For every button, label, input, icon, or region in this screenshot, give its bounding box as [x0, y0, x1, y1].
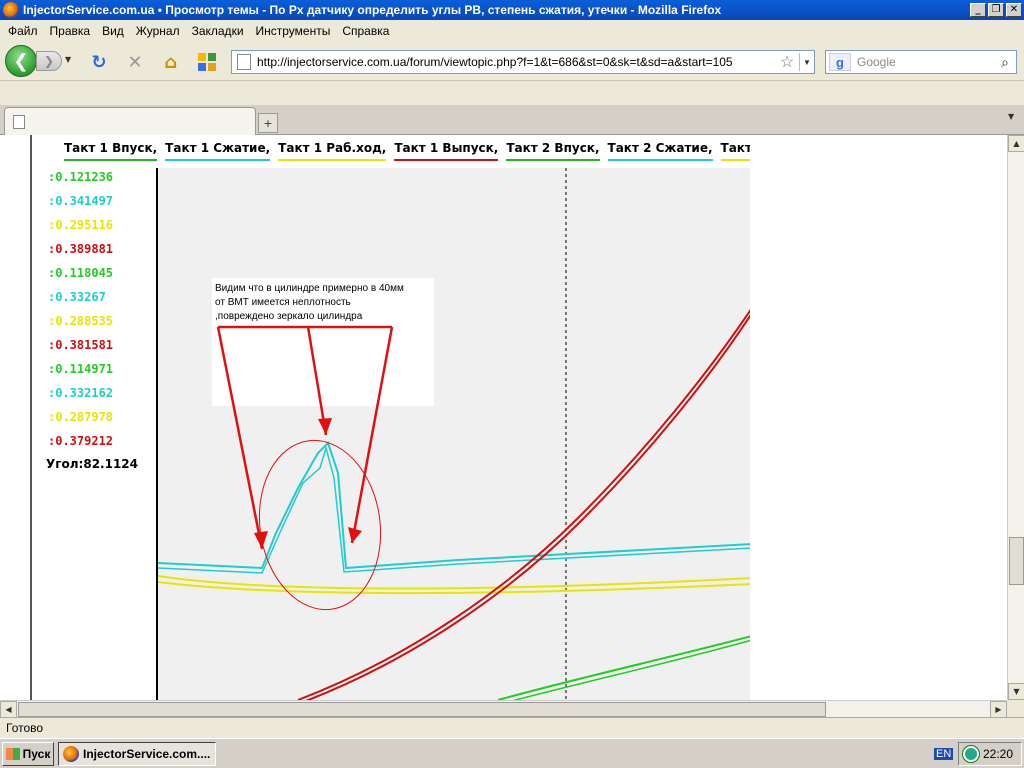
search-bar[interactable]: g Google ⌕ — [825, 50, 1017, 74]
annotation-line-2: от ВМТ имеется неплотность — [215, 297, 351, 308]
url-text[interactable]: http://injectorservice.com.ua/forum/view… — [257, 55, 775, 69]
scroll-left-button[interactable]: ◀ — [0, 701, 17, 718]
firefox-icon — [3, 2, 19, 18]
taskbar-item-label: InjectorService.com.... — [83, 747, 211, 761]
menu-tools[interactable]: Инструменты — [250, 24, 337, 38]
maximize-button[interactable]: ❐ — [988, 3, 1004, 17]
annotation-line-1: Видим что в цилиндре примерно в 40мм — [215, 283, 404, 294]
close-button[interactable]: ✕ — [1006, 3, 1022, 17]
scroll-corner — [1007, 700, 1024, 717]
status-text: Готово — [6, 721, 44, 735]
reload-icon[interactable]: ↻ — [88, 51, 110, 73]
start-label: Пуск — [22, 747, 51, 761]
tab-current[interactable] — [4, 107, 256, 135]
readout-value: :0.114971 — [48, 362, 114, 376]
window-titlebar: InjectorService.com.ua • Просмотр темы -… — [0, 0, 1024, 20]
taskbar-item-firefox[interactable]: InjectorService.com.... — [58, 742, 216, 766]
menu-file[interactable]: Файл — [2, 24, 44, 38]
language-indicator[interactable]: EN — [934, 748, 954, 760]
legend-item: Такт 2 Сжатие, — [607, 141, 713, 161]
window-title: InjectorService.com.ua • Просмотр темы -… — [23, 3, 722, 17]
forward-button[interactable]: ❯ — [36, 51, 62, 71]
scroll-down-button[interactable]: ▼ — [1008, 683, 1024, 700]
tab-strip: + — [0, 105, 1024, 135]
readout-value: :0.381581 — [48, 338, 114, 352]
horizontal-scroll-thumb[interactable] — [18, 702, 826, 717]
menu-view[interactable]: Вид — [96, 24, 130, 38]
readout-value: :0.379212 — [48, 434, 114, 448]
start-button[interactable]: Пуск — [2, 742, 54, 766]
system-tray: 22:20 — [958, 742, 1022, 766]
windows-taskbar: Пуск InjectorService.com.... EN 22:20 — [0, 738, 1024, 768]
windows-logo-icon — [5, 748, 20, 760]
back-button[interactable]: ❮ — [5, 45, 37, 77]
page-viewport: Такт 1 Впуск, Такт 1 Сжатие, Такт 1 Раб.хо… — [0, 135, 1007, 700]
bookmark-star-icon[interactable]: ☆ — [775, 52, 799, 72]
pressure-plot-svg — [158, 168, 750, 700]
menu-help[interactable]: Справка — [336, 24, 395, 38]
menu-history[interactable]: Журнал — [130, 24, 186, 38]
annotation-line-3: ,повреждено зеркало цилиндра — [215, 311, 363, 322]
tray-app-icon[interactable] — [963, 746, 979, 762]
readout-value: :0.121236 — [48, 170, 114, 184]
legend-item: Такт 1 Впуск, — [64, 141, 158, 161]
series-work-1 — [158, 575, 750, 590]
legend-item: Такт 2 Впуск, — [506, 141, 600, 161]
new-tab-button[interactable]: + — [258, 113, 278, 133]
search-input[interactable]: Google — [851, 55, 994, 69]
readout-value: :0.287978 — [48, 410, 114, 424]
legend-item: Такт 1 Выпуск, — [394, 141, 499, 161]
readout-value: :0.33267 — [48, 290, 106, 304]
annotation-note: Видим что в цилиндре примерно в 40мм от … — [212, 278, 434, 406]
tab-list-icon[interactable]: ▼ — [1008, 112, 1014, 121]
readout-value: :0.389881 — [48, 242, 114, 256]
vertical-scrollbar[interactable]: ▲ ▼ — [1007, 135, 1024, 700]
scroll-up-button[interactable]: ▲ — [1008, 135, 1024, 152]
readout-value: :0.295116 — [48, 218, 114, 232]
series-compression-1 — [158, 441, 750, 570]
bookmarks-toolbar — [0, 81, 1024, 105]
angle-readout: Угол:82.1124 — [46, 457, 139, 471]
readout-value: :0.288535 — [48, 314, 114, 328]
legend-item: Такт 2 Ра — [720, 141, 750, 161]
legend-item: Такт 1 Раб.ход, — [278, 141, 387, 161]
minimize-button[interactable]: _ — [970, 3, 986, 17]
history-dropdown-icon[interactable]: ▼ — [65, 55, 71, 64]
stop-icon[interactable]: ✕ — [124, 51, 146, 73]
scroll-right-button[interactable]: ▶ — [990, 701, 1007, 718]
chart-legend: Такт 1 Впуск, Такт 1 Сжатие, Такт 1 Раб.хо… — [64, 141, 750, 161]
vertical-scroll-thumb[interactable] — [1009, 537, 1024, 585]
address-bar[interactable]: http://injectorservice.com.ua/forum/view… — [231, 50, 815, 74]
search-engine-icon[interactable]: g — [829, 53, 851, 71]
series-intake-2 — [512, 639, 750, 700]
status-bar: Готово — [0, 717, 1024, 738]
menu-edit[interactable]: Правка — [44, 24, 97, 38]
home-icon[interactable]: ⌂ — [160, 51, 182, 73]
readout-values: :0.121236 :0.341497 :0.295116 :0.389881 :0.1… — [48, 169, 158, 457]
search-icon[interactable]: ⌕ — [994, 54, 1016, 71]
page-icon — [13, 114, 25, 129]
series-compression-2 — [158, 445, 750, 574]
firefox-icon — [63, 746, 79, 762]
menu-bar: Файл Правка Вид Журнал Закладки Инструме… — [0, 20, 1024, 41]
apps-icon[interactable] — [196, 51, 218, 73]
readout-value: :0.118045 — [48, 266, 114, 280]
legend-item: Такт 1 Сжатие, — [165, 141, 271, 161]
horizontal-scrollbar[interactable]: ◀ ▶ — [0, 700, 1007, 718]
readout-value: :0.332162 — [48, 386, 114, 400]
address-dropdown-icon[interactable]: ▼ — [800, 58, 814, 67]
readout-value: :0.341497 — [48, 194, 114, 208]
page-icon — [237, 54, 251, 70]
clock: 22:20 — [983, 747, 1014, 761]
pressure-plot — [156, 168, 750, 700]
menu-bookmarks[interactable]: Закладки — [186, 24, 250, 38]
series-intake-1 — [497, 635, 750, 700]
